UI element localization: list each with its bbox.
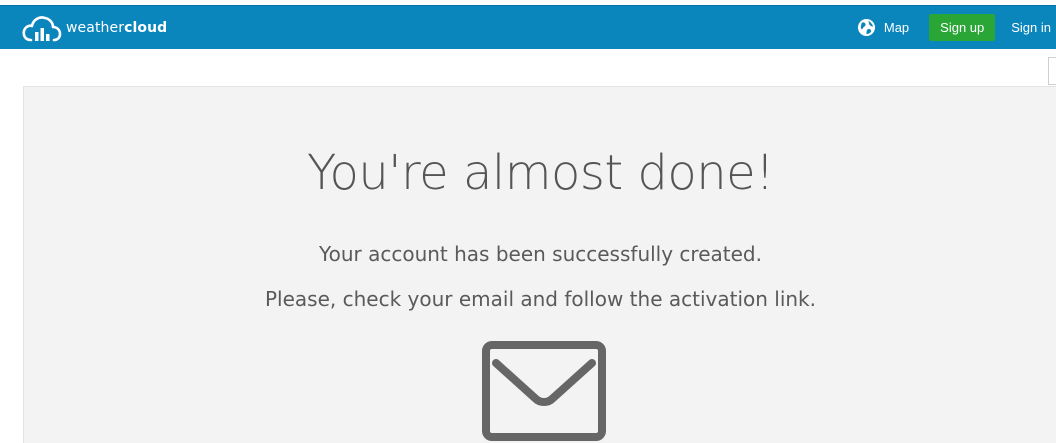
activation-instructions: Please, check your email and follow the … [264,287,816,311]
nav-map-label: Map [883,20,910,35]
nav-right: Map Sign up Sign in [857,6,1056,49]
globe-icon [857,18,875,37]
success-message: Your account has been successfully creat… [319,242,762,266]
signup-button[interactable]: Sign up [929,14,996,41]
page-title: You're almost done! [307,145,774,201]
logo-text: weathercloud [66,20,168,36]
cloud-bars-icon [22,16,62,42]
side-widget-edge [1048,57,1056,85]
top-navbar: weathercloud Map Sign up Sign in [0,5,1056,49]
signin-link[interactable]: Sign in [1006,20,1056,35]
confirmation-panel: You're almost done! Your account has bee… [23,86,1056,443]
envelope-icon [482,341,606,441]
nav-map-link[interactable]: Map [857,18,909,37]
logo-link[interactable]: weathercloud [22,13,167,43]
